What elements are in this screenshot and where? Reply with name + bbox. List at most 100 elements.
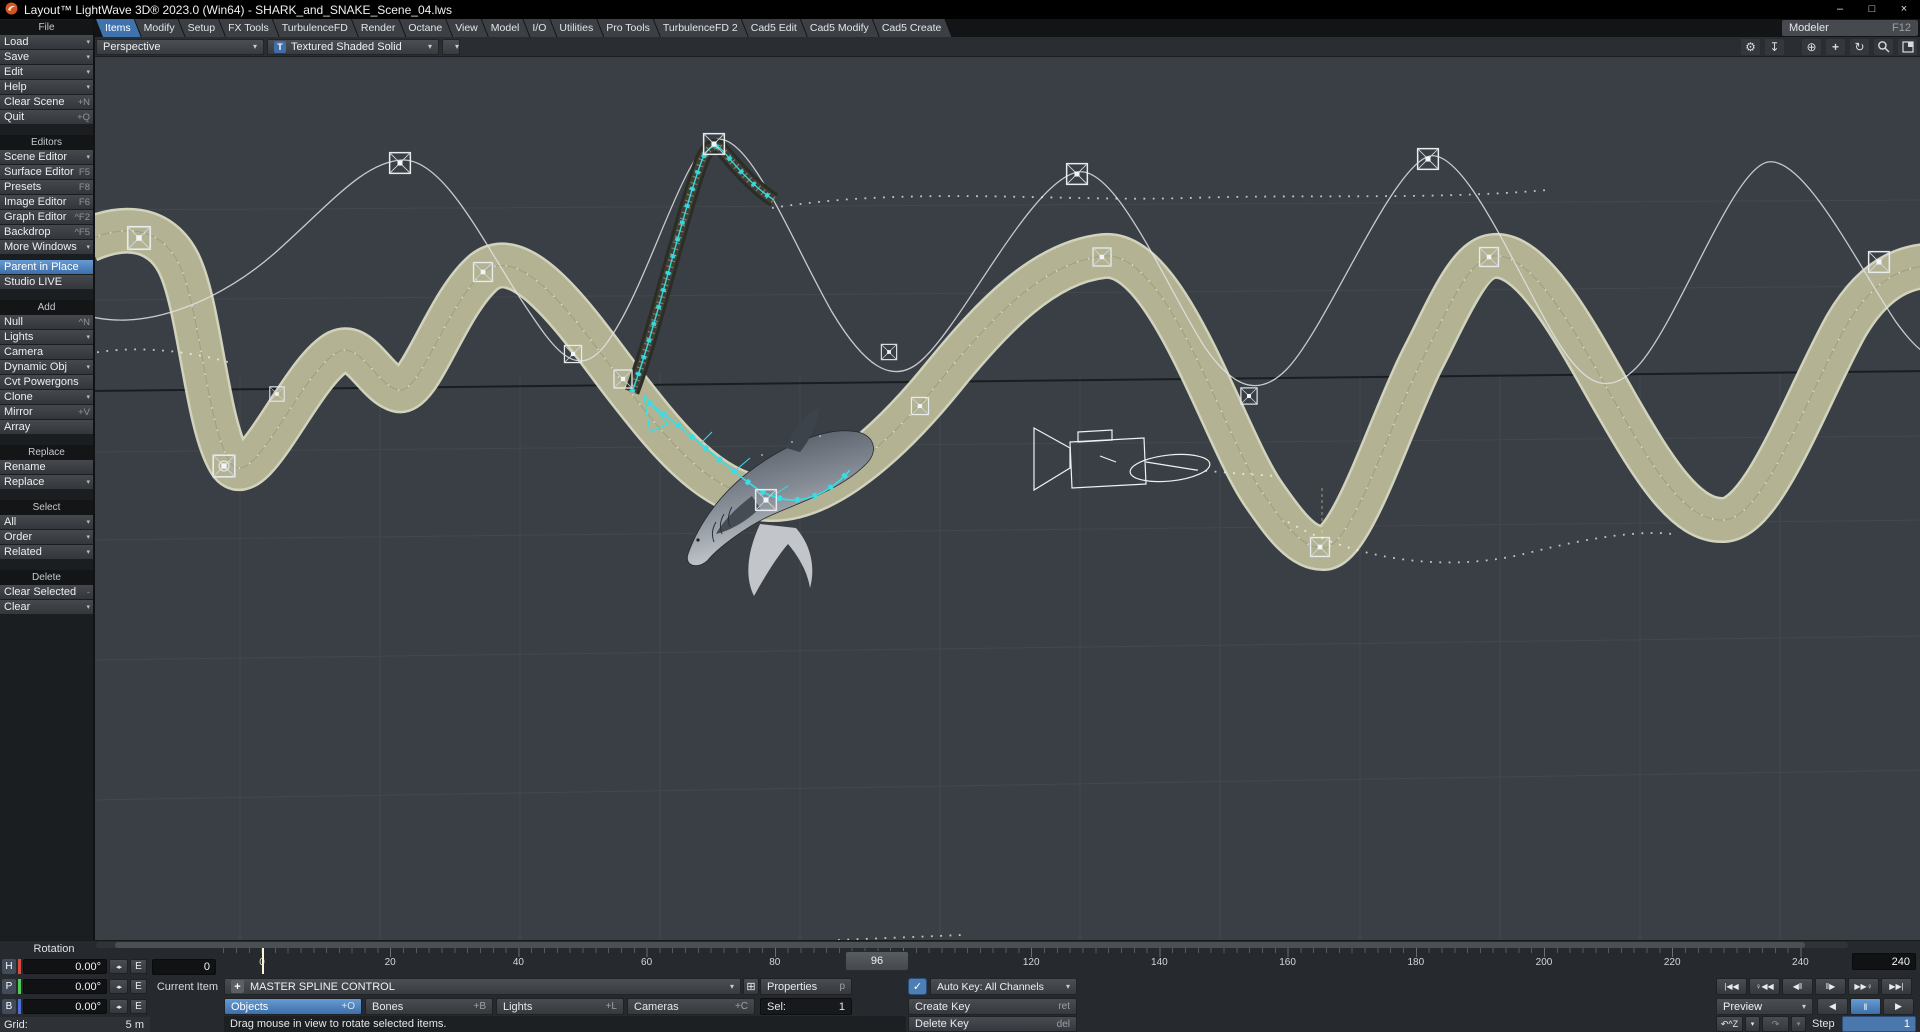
item-type-tab[interactable]: Objects +O <box>224 998 362 1015</box>
snake-object[interactable] <box>632 146 774 392</box>
nudge-button[interactable]: ◂▸ <box>109 959 128 974</box>
sidebar-item[interactable]: Studio LIVE <box>0 275 93 290</box>
menu-tab[interactable]: TurbulenceFD 2 <box>654 19 748 37</box>
end-frame-field[interactable]: 240 <box>1852 953 1916 970</box>
create-key-button[interactable]: Create Key ret <box>908 998 1077 1015</box>
timeline-frame-handle[interactable]: 96 <box>845 951 909 971</box>
menu-tab[interactable]: Octane <box>399 19 452 37</box>
play-reverse-button[interactable]: ◀ <box>1817 998 1848 1015</box>
sidebar-item[interactable]: PresetsF8 <box>0 180 93 195</box>
properties-button[interactable]: Properties p <box>760 978 852 995</box>
item-type-tab[interactable]: Bones +B <box>365 998 493 1015</box>
menu-tab[interactable]: TurbulenceFD <box>273 19 358 37</box>
menu-tab[interactable]: Cad5 Edit <box>742 19 807 37</box>
step-field[interactable]: 1 <box>1842 1016 1916 1032</box>
settings-gear-icon[interactable]: ⚙ <box>1741 39 1760 55</box>
pause-button[interactable]: ‖ <box>1850 998 1881 1015</box>
null-handle[interactable] <box>881 344 896 359</box>
sidebar-item[interactable]: Image EditorF6 <box>0 195 93 210</box>
go-to-start-button[interactable]: |◀◀ <box>1716 978 1747 995</box>
camera-wireframe[interactable] <box>1034 428 1211 490</box>
sidebar-item[interactable]: Camera <box>0 345 93 360</box>
menu-tab[interactable]: Cad5 Create <box>873 19 952 37</box>
menu-tab[interactable]: Pro Tools <box>597 19 660 37</box>
sidebar-item[interactable]: Edit▾ <box>0 65 93 80</box>
sidebar-item[interactable]: Load▾ <box>0 35 93 50</box>
null-handle[interactable] <box>1067 164 1088 185</box>
sidebar-item[interactable]: Lights▾ <box>0 330 93 345</box>
undo-button[interactable]: ↶^Z <box>1716 1016 1743 1032</box>
menu-tab[interactable]: Items <box>96 19 141 37</box>
sidebar-item[interactable]: Dynamic Obj▾ <box>0 360 93 375</box>
channel-value-field[interactable]: 0.00° <box>23 999 107 1014</box>
menu-tab[interactable]: Render <box>352 19 405 37</box>
maximize-pane-icon[interactable] <box>1898 39 1917 55</box>
channel-value-field[interactable]: 0.00° <box>23 959 107 974</box>
menu-tab[interactable]: Setup <box>179 19 225 37</box>
previous-frame-button[interactable]: ◀‖ <box>1782 978 1813 995</box>
null-handle[interactable] <box>1418 149 1439 170</box>
sidebar-item[interactable]: Parent in Place <box>0 260 93 275</box>
play-forward-button[interactable]: ▶ <box>1883 998 1914 1015</box>
viewport-canvas[interactable] <box>95 57 1920 941</box>
close-button[interactable]: × <box>1888 0 1920 19</box>
sidebar-item[interactable]: All▾ <box>0 515 93 530</box>
sidebar-item[interactable]: Backdrop^F5 <box>0 225 93 240</box>
shading-options-dropdown[interactable]: ▾ <box>442 39 460 55</box>
sidebar-item[interactable]: More Windows▾ <box>0 240 93 255</box>
sidebar-item[interactable]: Save▾ <box>0 50 93 65</box>
go-to-end-button[interactable]: ▶▶| <box>1881 978 1912 995</box>
pan-view-icon[interactable]: + <box>1826 39 1845 55</box>
maximize-button[interactable]: □ <box>1856 0 1888 19</box>
sidebar-item[interactable]: Clear▾ <box>0 600 93 615</box>
sidebar-item[interactable]: Order▾ <box>0 530 93 545</box>
sidebar-item[interactable]: Quit+Q <box>0 110 93 125</box>
sidebar-item[interactable]: Replace▾ <box>0 475 93 490</box>
menu-tab[interactable]: FX Tools <box>219 19 279 37</box>
auto-key-checkbox[interactable]: ✓ <box>908 978 927 995</box>
sidebar-item[interactable]: Scene Editor▾ <box>0 150 93 165</box>
timeline-playhead[interactable] <box>262 948 264 974</box>
sidebar-item[interactable]: Related▾ <box>0 545 93 560</box>
channel-value-field[interactable]: 0.00° <box>23 979 107 994</box>
current-frame-field[interactable]: 0 <box>152 959 216 975</box>
sidebar-item[interactable]: Clear Scene+N <box>0 95 93 110</box>
modeler-button[interactable]: Modeler F12 <box>1782 20 1918 36</box>
sidebar-item[interactable]: Mirror+V <box>0 405 93 420</box>
next-frame-button[interactable]: ‖▶ <box>1815 978 1846 995</box>
delete-key-button[interactable]: Delete Key del <box>908 1016 1077 1032</box>
sidebar-item[interactable]: Graph Editor^F2 <box>0 210 93 225</box>
center-view-icon[interactable]: ⊕ <box>1802 39 1821 55</box>
nudge-button[interactable]: ◂▸ <box>109 979 128 994</box>
sidebar-item[interactable]: Array <box>0 420 93 435</box>
sidebar-item[interactable]: Cvt Powergons <box>0 375 93 390</box>
sidebar-item[interactable]: Null^N <box>0 315 93 330</box>
envelope-button[interactable]: E <box>130 979 147 994</box>
import-icon[interactable]: ↧ <box>1765 39 1784 55</box>
item-type-tab[interactable]: Cameras +C <box>627 998 755 1015</box>
sidebar-item[interactable]: Help▾ <box>0 80 93 95</box>
null-handle[interactable] <box>390 153 411 174</box>
menu-tab[interactable]: Utilities <box>550 19 603 37</box>
undo-options-button[interactable]: ▾ <box>1745 1016 1760 1032</box>
rotate-view-icon[interactable]: ↻ <box>1850 39 1869 55</box>
null-handle[interactable] <box>1241 388 1257 404</box>
menu-tab[interactable]: Model <box>482 19 530 37</box>
sidebar-item[interactable]: Clear Selected- <box>0 585 93 600</box>
envelope-button[interactable]: E <box>130 999 147 1014</box>
next-key-button[interactable]: ▶▶♀ <box>1848 978 1879 995</box>
menu-tab[interactable]: Cad5 Modify <box>801 19 879 37</box>
zoom-view-icon[interactable] <box>1874 39 1893 55</box>
timeline-ruler[interactable]: 020406080120140160180200220240 96 <box>220 948 1850 974</box>
previous-key-button[interactable]: ♀◀◀ <box>1749 978 1780 995</box>
shading-mode-dropdown[interactable]: T Textured Shaded Solid ▾ <box>267 39 439 55</box>
master-spline-band[interactable] <box>95 231 1920 548</box>
sidebar-item[interactable]: Surface EditorF5 <box>0 165 93 180</box>
item-list-button[interactable]: ⊞ <box>743 978 759 995</box>
current-item-dropdown[interactable]: + MASTER SPLINE CONTROL ▾ <box>224 978 741 995</box>
redo-options-button[interactable]: ▾ <box>1791 1016 1806 1032</box>
item-type-tab[interactable]: Lights +L <box>496 998 624 1015</box>
nudge-button[interactable]: ◂▸ <box>109 999 128 1014</box>
envelope-button[interactable]: E <box>130 959 147 974</box>
preview-dropdown[interactable]: Preview ▾ <box>1716 998 1813 1015</box>
